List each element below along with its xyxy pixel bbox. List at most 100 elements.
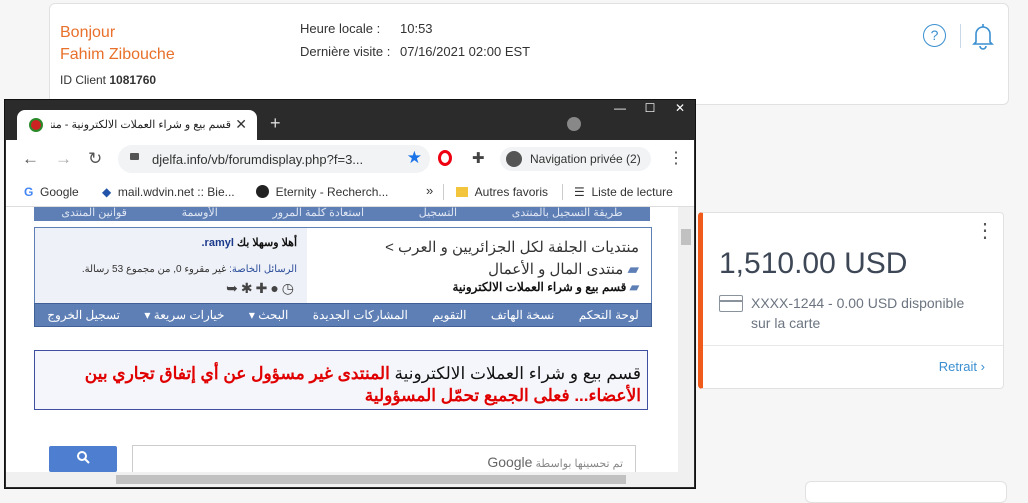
google-brand: Google: [487, 454, 533, 470]
maximize-button[interactable]: ☐: [635, 100, 665, 118]
nav-search[interactable]: البحث ▾: [249, 308, 289, 322]
nav-control-panel[interactable]: لوحة التحكم: [579, 308, 639, 322]
logout-icon[interactable]: ➥: [226, 280, 241, 296]
withdraw-link[interactable]: Retrait ›: [939, 359, 985, 374]
vertical-scrollbar[interactable]: [678, 207, 694, 472]
scroll-thumb[interactable]: [681, 229, 691, 245]
back-icon[interactable]: ←: [22, 149, 39, 169]
local-time-label: Heure locale :: [300, 21, 381, 36]
private-messages-link[interactable]: الرسائل الخاصة:: [229, 264, 297, 275]
help-icon[interactable]: ?: [923, 24, 946, 47]
user-name: Fahim Zibouche: [60, 46, 175, 63]
top-link[interactable]: استعادة كلمة المرور: [272, 207, 364, 221]
forum-top-links: طريقة التسجيل بالمنتدى التسجيل استعادة ك…: [34, 207, 650, 221]
bookmark-eternity[interactable]: Eternity - Recherch...: [256, 185, 388, 199]
nav-new-posts[interactable]: المشاركات الجديدة: [313, 308, 408, 322]
google-icon: G: [24, 185, 34, 199]
bookmark-label: Liste de lecture: [591, 185, 673, 199]
more-menu-icon[interactable]: ⋮: [975, 221, 995, 241]
search-icon: [77, 451, 90, 464]
nav-logout[interactable]: تسجيل الخروج: [47, 308, 120, 322]
welcome-header-card: Bonjour Fahim Zibouche ID Client 1081760…: [49, 3, 1009, 105]
breadcrumb-current-label: قسم بيع و شراء العملات الالكترونية: [452, 280, 627, 294]
private-messages-count: غير مقروء 0, من مجموع 53 رسالة.: [81, 264, 227, 275]
more-bookmarks-chevron[interactable]: »: [426, 183, 433, 198]
eternity-site-icon: [256, 185, 269, 198]
tab-title: قسم بيع و شراء العملات الالكترونية - منت…: [51, 119, 231, 131]
private-browsing-badge[interactable]: Navigation privée (2): [500, 147, 651, 171]
client-id: ID Client 1081760: [60, 73, 156, 87]
welcome-text: أهلا وسهلا بك ramyl.: [201, 236, 297, 249]
chevron-right-icon: ›: [980, 359, 985, 374]
extensions-puzzle-icon[interactable]: ✚: [472, 149, 485, 167]
folder-icon: ▰: [627, 261, 639, 278]
folder-icon: [456, 187, 468, 197]
bookmark-label: Eternity - Recherch...: [275, 185, 389, 199]
folder-icon: ▰: [629, 280, 639, 294]
private-label: Navigation privée (2): [530, 152, 641, 166]
bookmark-label: Autres favoris: [474, 185, 549, 199]
new-tab-icon[interactable]: +: [270, 113, 281, 134]
nav-calendar[interactable]: التقويم: [432, 308, 466, 322]
horizontal-scrollbar[interactable]: [6, 472, 694, 487]
mail-site-icon: ◆: [102, 185, 112, 199]
forward-icon[interactable]: →: [55, 149, 72, 169]
reading-list-icon: ☰: [574, 185, 585, 199]
nav-mobile-version[interactable]: نسخة الهاتف: [491, 308, 555, 322]
other-bookmarks[interactable]: Autres favoris: [456, 185, 548, 199]
close-tab-icon[interactable]: ✕: [235, 116, 247, 133]
opera-extension-icon[interactable]: [438, 150, 452, 166]
top-link[interactable]: الأوسمة: [182, 207, 218, 221]
divider: [703, 345, 1003, 346]
gear-icon[interactable]: ✱: [241, 280, 256, 296]
bell-icon[interactable]: [970, 22, 996, 50]
divider: [960, 24, 961, 48]
close-window-button[interactable]: ✕: [665, 100, 695, 118]
add-user-icon[interactable]: ✚: [256, 280, 271, 296]
breadcrumb-current: ▰ قسم بيع و شراء العملات الالكترونية: [452, 280, 639, 294]
withdraw-label: Retrait: [938, 359, 978, 374]
last-visit-label: Dernière visite :: [300, 44, 391, 59]
reading-list[interactable]: ☰ Liste de lecture: [574, 185, 673, 199]
site-favicon-icon: [29, 118, 43, 132]
scroll-thumb[interactable]: [116, 475, 626, 484]
credit-card-icon: [719, 295, 743, 312]
balance-amount: 1,510.00 USD: [719, 247, 908, 280]
greeting-text: Bonjour: [60, 24, 116, 41]
top-link[interactable]: التسجيل: [419, 207, 457, 221]
search-hint: تم تحسينها بواسطة: [535, 458, 623, 470]
browser-menu-icon[interactable]: ⋮: [668, 148, 684, 168]
bookmark-mail[interactable]: ◆ mail.wdvin.net :: Bie...: [102, 185, 235, 199]
bookmarks-divider: [562, 184, 563, 200]
browser-tab[interactable]: قسم بيع و شراء العملات الالكترونية - منت…: [17, 110, 257, 140]
search-branding: تم تحسينها بواسطة Google: [487, 454, 623, 470]
browser-window: — ☐ ✕ قسم بيع و شراء العملات الالكترونية…: [4, 99, 696, 489]
bookmark-star-icon[interactable]: ★: [407, 148, 422, 168]
greeting: Bonjour Fahim Zibouche: [60, 22, 175, 66]
breadcrumb-forum-home[interactable]: منتديات الجلفة لكل الجزائريين و العرب >: [385, 238, 639, 256]
chat-icon[interactable]: ●: [270, 280, 281, 296]
breadcrumb-section[interactable]: ▰ منتدى المال و الأعمال: [488, 260, 639, 278]
top-link[interactable]: قوانين المنتدى: [61, 207, 127, 221]
bookmark-label: mail.wdvin.net :: Bie...: [117, 185, 235, 199]
clock-icon[interactable]: ◷: [282, 280, 297, 296]
forum-header-box: منتديات الجلفة لكل الجزائريين و العرب > …: [34, 227, 652, 305]
breadcrumb: منتديات الجلفة لكل الجزائريين و العرب > …: [307, 228, 651, 304]
private-messages: الرسائل الخاصة: غير مقروء 0, من مجموع 53…: [82, 264, 297, 275]
tab-search-icon[interactable]: [567, 117, 581, 131]
minimize-button[interactable]: —: [605, 100, 635, 118]
top-link[interactable]: طريقة التسجيل بالمنتدى: [512, 207, 623, 221]
bookmarks-divider: [443, 184, 444, 200]
google-search-input[interactable]: تم تحسينها بواسطة Google: [132, 445, 636, 472]
client-id-label: ID Client: [60, 73, 107, 87]
reload-icon[interactable]: ↻: [88, 149, 102, 169]
bookmarks-bar: G Google ◆ mail.wdvin.net :: Bie... Eter…: [6, 178, 694, 207]
bookmark-google[interactable]: G Google: [24, 185, 79, 199]
address-bar[interactable]: djelfa.info/vb/forumdisplay.php?f=3... ★: [118, 145, 430, 173]
welcome-username[interactable]: ramyl.: [201, 237, 233, 249]
card-info: XXXX-1244 - 0.00 USD disponible sur la c…: [751, 295, 965, 331]
search-button[interactable]: [49, 446, 117, 472]
user-icons: ◷●✚✱➥: [226, 280, 297, 297]
nav-quick-options[interactable]: خيارات سريعة ▾: [144, 308, 224, 322]
incognito-icon: [506, 151, 522, 167]
